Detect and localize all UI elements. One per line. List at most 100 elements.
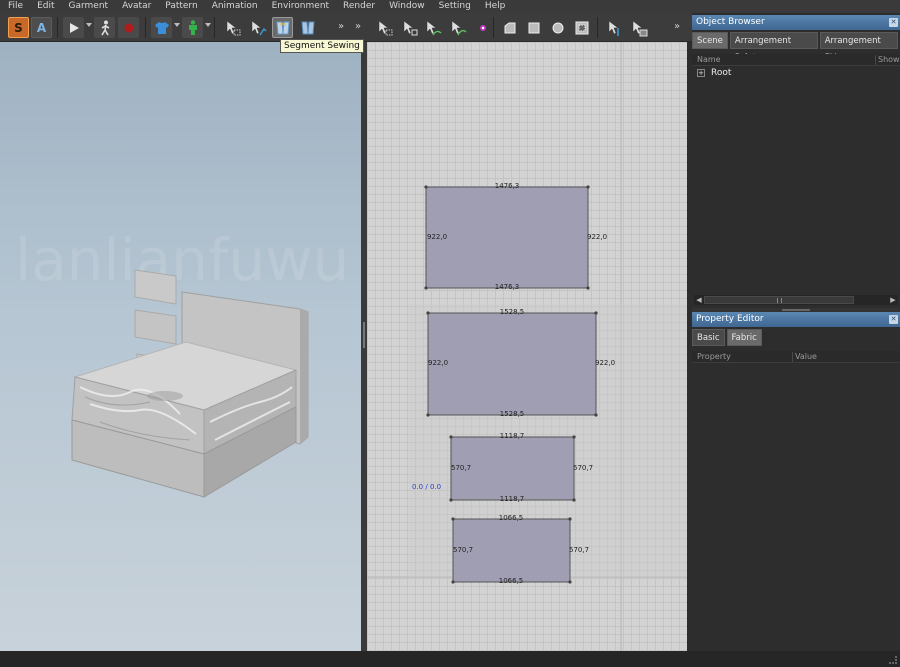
tshirt-icon <box>154 21 169 34</box>
chevron-down-icon[interactable] <box>86 23 92 27</box>
garment-button[interactable] <box>151 17 172 38</box>
viewport-2d-pattern[interactable]: 1476,3 1476,3 922,0 922,0 1528,5 1528,5 … <box>367 42 687 651</box>
edit-pattern-button[interactable] <box>399 17 420 38</box>
column-header-value[interactable]: Value <box>795 352 817 361</box>
tree-item-root[interactable]: + Root <box>697 68 731 78</box>
record-button[interactable] <box>118 17 139 38</box>
tab-fabric[interactable]: Fabric <box>726 329 762 346</box>
object-browser-tabs: Scene Arrangement Point Arrangement BV <box>692 32 900 63</box>
polygon-button[interactable] <box>499 17 520 38</box>
menu-environment[interactable]: Environment <box>265 0 336 13</box>
select-2d-button[interactable] <box>374 17 395 38</box>
simulation-mode-label: S <box>14 20 23 35</box>
polygon-icon <box>504 22 515 33</box>
dimension-label: 570,7 <box>453 546 473 554</box>
play-button[interactable] <box>63 17 84 38</box>
pattern-piece[interactable]: 1066,5 1066,5 570,7 570,7 <box>451 514 589 585</box>
watermark-logo: lanlianfuwu <box>15 226 349 294</box>
column-header-name[interactable]: Name <box>697 55 721 64</box>
animation-mode-button[interactable]: A <box>31 17 52 38</box>
walking-figure-icon <box>100 20 109 35</box>
chevron-down-icon[interactable] <box>174 23 180 27</box>
add-point-button[interactable] <box>472 17 493 38</box>
close-icon[interactable]: ✕ <box>889 315 898 324</box>
menu-edit[interactable]: Edit <box>30 0 61 13</box>
dimension-label: 922,0 <box>595 359 615 367</box>
dimension-label: 1528,5 <box>500 410 525 418</box>
walk-motion-button[interactable] <box>94 17 115 38</box>
property-editor-title-text: Property Editor <box>696 314 764 324</box>
rectangle-button[interactable] <box>523 17 544 38</box>
menu-pattern[interactable]: Pattern <box>158 0 204 13</box>
scroll-right-icon[interactable]: ▶ <box>889 296 897 304</box>
tab-scene[interactable]: Scene <box>692 32 728 49</box>
scrollbar-grip <box>777 298 782 303</box>
tree-item-label: Root <box>711 68 732 78</box>
toolbar-overflow-button[interactable]: » <box>355 21 361 32</box>
edit-curve-point-button[interactable] <box>447 17 468 38</box>
select-move-button[interactable] <box>222 17 243 38</box>
edit-curvature-button[interactable] <box>422 17 443 38</box>
transform-pattern-button[interactable] <box>247 17 268 38</box>
pattern-piece[interactable]: 1118,7 1118,7 570,7 570,7 <box>449 432 593 503</box>
horizontal-scrollbar[interactable]: ◀ ▶ <box>694 295 898 305</box>
toolbar-separator <box>597 17 598 38</box>
tab-arrangement-point[interactable]: Arrangement Point <box>729 32 818 63</box>
scrollbar-thumb[interactable] <box>704 296 854 304</box>
menu-avatar[interactable]: Avatar <box>115 0 158 13</box>
tooltip: Segment Sewing <box>280 39 364 53</box>
menu-setting[interactable]: Setting <box>432 0 478 13</box>
object-browser-header: Name Show <box>692 54 900 66</box>
coordinate-readout: 0.0 / 0.0 <box>412 483 442 491</box>
toolbar-separator <box>214 17 215 38</box>
dimension-label: 922,0 <box>427 233 447 241</box>
tab-basic[interactable]: Basic <box>692 329 725 346</box>
resize-grip[interactable] <box>889 656 897 664</box>
menu-help[interactable]: Help <box>478 0 513 13</box>
edit-pattern-icon <box>403 19 417 35</box>
tab-arrangement-bv[interactable]: Arrangement BV <box>819 32 898 63</box>
menu-bar: File Edit Garment Avatar Pattern Animati… <box>0 0 900 13</box>
object-browser-title: Object Browser ✕ <box>692 15 900 30</box>
splitter-grip[interactable] <box>782 309 810 311</box>
dimension-label: 1528,5 <box>500 308 525 316</box>
internal-shape-button[interactable] <box>571 17 592 38</box>
pattern-piece[interactable]: 1476,3 1476,3 922,0 922,0 <box>424 182 607 291</box>
avatar-button[interactable] <box>182 17 203 38</box>
column-header-property[interactable]: Property <box>697 352 731 361</box>
simulation-mode-button[interactable]: S <box>8 17 29 38</box>
column-divider <box>875 55 876 65</box>
circle-button[interactable] <box>547 17 568 38</box>
toolbar-separator <box>493 17 494 38</box>
free-sewing-button[interactable] <box>297 17 318 38</box>
segment-sewing-2d-button[interactable] <box>604 17 625 38</box>
free-sewing-icon <box>300 21 315 34</box>
chevron-down-icon[interactable] <box>205 23 211 27</box>
point-icon <box>479 24 486 31</box>
viewport-3d[interactable]: lanlianfuwu <box>0 42 361 651</box>
menu-animation[interactable]: Animation <box>205 0 265 13</box>
dimension-label: 570,7 <box>569 546 589 554</box>
segment-sewing-button[interactable] <box>272 17 293 38</box>
check-sewing-button[interactable] <box>628 17 649 38</box>
menu-file[interactable]: File <box>0 0 30 13</box>
dimension-label: 922,0 <box>587 233 607 241</box>
scroll-left-icon[interactable]: ◀ <box>695 296 703 304</box>
menu-garment[interactable]: Garment <box>62 0 116 13</box>
splitter-grip[interactable] <box>363 322 365 348</box>
dimension-label: 1476,3 <box>495 283 520 291</box>
dimension-label: 1066,5 <box>499 514 524 522</box>
pattern-piece[interactable]: 1528,5 1528,5 922,0 922,0 <box>426 308 615 418</box>
menu-render[interactable]: Render <box>336 0 382 13</box>
play-icon <box>69 22 79 33</box>
expand-icon[interactable]: + <box>697 69 705 77</box>
toolbar-overflow-button[interactable]: » <box>338 21 344 32</box>
menu-window[interactable]: Window <box>382 0 432 13</box>
close-icon[interactable]: ✕ <box>889 18 898 27</box>
status-bar <box>0 651 900 667</box>
pattern-canvas: 1476,3 1476,3 922,0 922,0 1528,5 1528,5 … <box>367 42 687 651</box>
toolbar-overflow-button[interactable]: » <box>674 21 680 32</box>
transform-arrow-icon <box>251 19 267 35</box>
column-header-show[interactable]: Show <box>878 55 900 64</box>
rectangle-icon <box>528 22 539 33</box>
